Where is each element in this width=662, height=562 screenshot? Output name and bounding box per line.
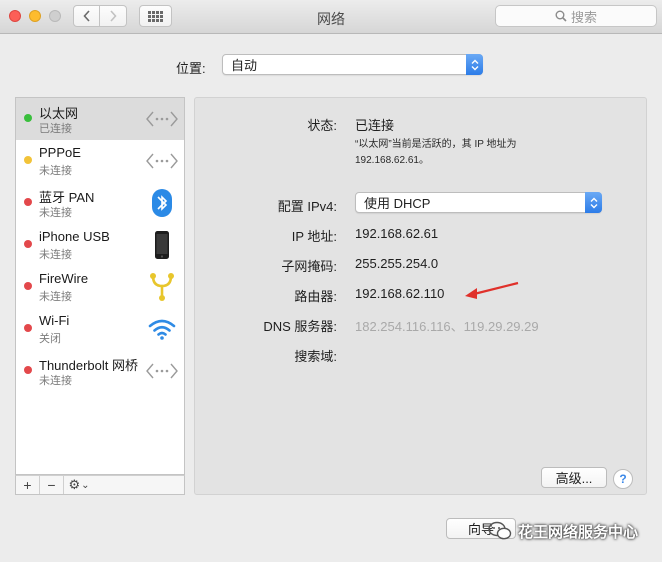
- ip-address-value: 192.168.62.61: [355, 226, 439, 241]
- status-dot-icon: [24, 366, 32, 374]
- title-bar: 网络 搜索: [0, 0, 662, 34]
- ethernet-icon: [146, 146, 178, 176]
- service-status: 未连接: [39, 207, 72, 219]
- service-status: 关闭: [39, 333, 61, 345]
- wifi-icon: [146, 314, 178, 344]
- service-item-bluetooth-pan[interactable]: 蓝牙 PAN 未连接: [16, 182, 184, 224]
- service-item-ethernet[interactable]: 以太网 已连接: [16, 98, 184, 140]
- help-button[interactable]: ?: [613, 469, 633, 489]
- wechat-logo-icon: [488, 521, 512, 540]
- location-select[interactable]: 自动: [222, 54, 483, 75]
- advanced-button[interactable]: 高级...: [541, 467, 607, 488]
- status-note: “以太网”当前是活跃的，其 IP 地址为 192.168.62.61。: [355, 137, 585, 169]
- service-list: 以太网 已连接 PPPoE 未连接 蓝牙 PAN 未连接 iPhone USB …: [15, 97, 185, 475]
- select-arrows-icon: [466, 54, 483, 75]
- service-status: 未连接: [39, 375, 72, 387]
- location-label: 位置:: [176, 61, 206, 76]
- dns-server-label: DNS 服务器:: [263, 319, 337, 334]
- ipv4-value: 使用 DHCP: [364, 196, 431, 211]
- search-domain-label: 搜索域:: [294, 349, 337, 364]
- service-item-firewire[interactable]: FireWire 未连接: [16, 266, 184, 308]
- service-item-wifi[interactable]: Wi-Fi 关闭: [16, 308, 184, 350]
- service-name: FireWire: [39, 271, 89, 286]
- service-status: 已连接: [39, 123, 72, 135]
- service-actions-button[interactable]: ⚙ ⌄: [64, 476, 94, 494]
- search-input[interactable]: 搜索: [495, 5, 657, 27]
- status-label: 状态:: [307, 118, 337, 133]
- service-name: iPhone USB: [39, 229, 110, 244]
- watermark-text: 花王网络服务中心: [518, 523, 639, 541]
- ethernet-icon: [146, 104, 178, 134]
- service-name: Wi-Fi: [39, 313, 70, 328]
- status-value: 已连接: [355, 118, 395, 133]
- service-detail-panel: 状态: 已连接 “以太网”当前是活跃的，其 IP 地址为 192.168.62.…: [194, 97, 647, 495]
- router-label: 路由器:: [294, 289, 337, 304]
- ipv4-label: 配置 IPv4:: [277, 199, 337, 214]
- status-dot-icon: [24, 198, 32, 206]
- search-placeholder: 搜索: [570, 9, 597, 25]
- bluetooth-icon: [146, 188, 178, 218]
- service-item-pppoe[interactable]: PPPoE 未连接: [16, 140, 184, 182]
- chevron-down-icon: ⌄: [81, 479, 90, 491]
- status-dot-icon: [24, 324, 32, 332]
- status-note-line: 192.168.62.61。: [355, 155, 429, 166]
- service-name: PPPoE: [39, 145, 81, 160]
- status-dot-icon: [24, 114, 32, 122]
- service-item-iphone-usb[interactable]: iPhone USB 未连接: [16, 224, 184, 266]
- service-status: 未连接: [39, 291, 72, 303]
- firewire-icon: [146, 272, 178, 302]
- service-item-thunderbolt-bridge[interactable]: Thunderbolt 网桥 未连接: [16, 350, 184, 392]
- dns-server-value: 182.254.116.116、119.29.29.29: [355, 319, 539, 334]
- watermark: 花王网络服务中心: [488, 518, 658, 544]
- status-dot-icon: [24, 282, 32, 290]
- router-value: 192.168.62.110: [355, 286, 445, 301]
- remove-service-button[interactable]: −: [40, 476, 64, 494]
- status-dot-icon: [24, 240, 32, 248]
- select-arrows-icon: [585, 192, 602, 213]
- service-status: 未连接: [39, 165, 72, 177]
- annotation-arrow-icon: [465, 281, 519, 299]
- service-list-toolbar: + − ⚙ ⌄: [15, 475, 185, 495]
- iphone-icon: [146, 230, 178, 260]
- gear-icon: ⚙: [68, 477, 81, 492]
- search-icon: [555, 10, 567, 22]
- configure-ipv4-select[interactable]: 使用 DHCP: [355, 192, 602, 213]
- add-service-button[interactable]: +: [16, 476, 40, 494]
- service-status: 未连接: [39, 249, 72, 261]
- ethernet-icon: [146, 356, 178, 386]
- status-dot-icon: [24, 156, 32, 164]
- subnet-mask-value: 255.255.254.0: [355, 256, 439, 271]
- subnet-mask-label: 子网掩码:: [281, 259, 337, 274]
- ip-address-label: IP 地址:: [291, 229, 337, 244]
- location-value: 自动: [231, 58, 258, 73]
- status-note-line: “以太网”当前是活跃的，其 IP 地址为: [355, 139, 517, 150]
